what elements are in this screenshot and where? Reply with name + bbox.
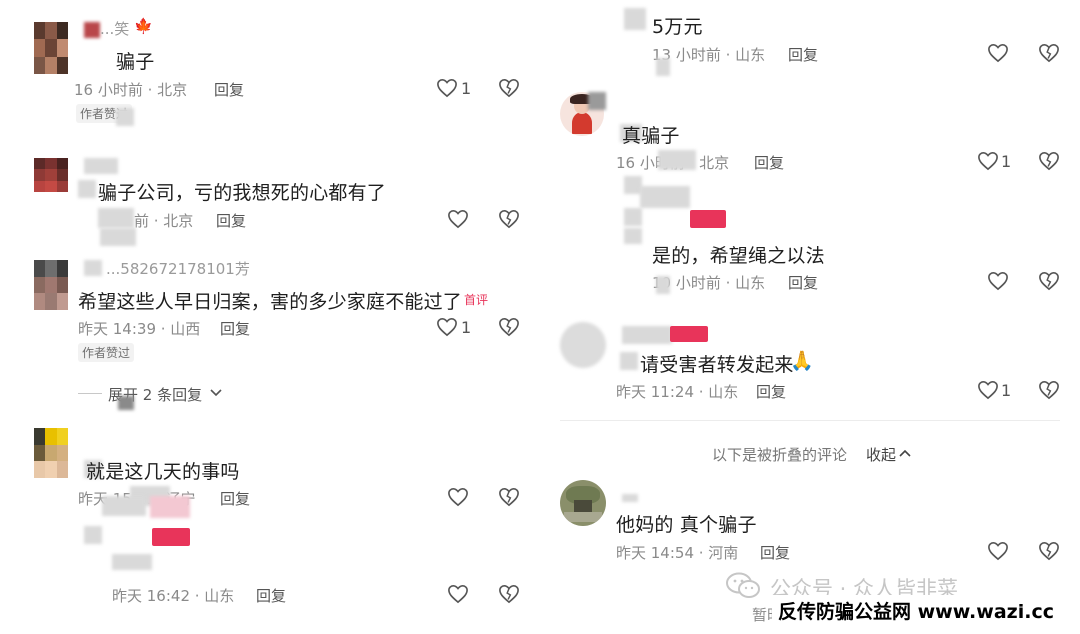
comment-meta: 昨天 14:39 · 山西 (78, 320, 201, 338)
like-count: 1 (1001, 381, 1012, 400)
heart-outline-icon[interactable] (987, 43, 1009, 63)
redacted-username (84, 158, 118, 174)
redacted-block (100, 228, 136, 246)
comment-text: 他妈的 真个骗子 (616, 514, 757, 536)
redacted-block (624, 8, 646, 30)
name-emoji: 🍁 (134, 17, 153, 35)
redacted-block (656, 58, 670, 76)
comment-meta: 16 小时前 · 北京 (74, 81, 188, 99)
redacted-block (118, 396, 134, 410)
heart-outline-icon[interactable] (436, 78, 458, 98)
chevron-down-icon[interactable] (210, 389, 222, 397)
commenter-avatar[interactable] (560, 480, 606, 526)
redacted-block (656, 276, 670, 294)
reply-button[interactable]: 回复 (754, 152, 784, 173)
redacted-block (690, 210, 726, 228)
reply-button[interactable]: 回复 (756, 381, 786, 402)
redacted-block (624, 208, 642, 226)
comment-text: 骗子公司，亏的我想死的心都有了 (98, 182, 387, 204)
commenter-avatar[interactable] (34, 428, 68, 478)
broken-heart-icon[interactable] (1038, 380, 1060, 400)
reply-button[interactable]: 回复 (220, 318, 250, 339)
commenter-name: ...笑 (100, 20, 130, 38)
commenter-avatar[interactable] (560, 322, 606, 368)
comment-meta: 昨天 11:24 · 山东 (616, 383, 739, 401)
comments-screenshot: ...笑 🍁 骗子 16 小时前 · 北京 回复 1 作者赞过 骗子公司，亏的我… (0, 0, 1080, 634)
commenter-avatar[interactable] (34, 22, 68, 74)
redacted-block (152, 528, 190, 546)
redacted-block (620, 352, 638, 370)
broken-heart-icon[interactable] (1038, 151, 1060, 171)
heart-outline-icon[interactable] (436, 317, 458, 337)
like-count: 1 (1001, 152, 1012, 171)
comment-meta: 昨天 14:54 · 河南 (616, 544, 739, 562)
site-watermark: 反传防骗公益网 www.wazi.cc (772, 595, 1060, 626)
redacted-username (102, 496, 146, 516)
redacted-block (116, 108, 134, 126)
expand-replies-divider (78, 393, 102, 394)
reply-button[interactable]: 回复 (220, 488, 250, 509)
heart-outline-icon[interactable] (987, 541, 1009, 561)
broken-heart-icon[interactable] (498, 209, 520, 229)
comment-text: 就是这几天的事吗 (86, 461, 240, 483)
broken-heart-icon[interactable] (1038, 271, 1060, 291)
wechat-logo-icon (726, 572, 762, 600)
reply-button[interactable]: 回复 (788, 44, 818, 65)
redacted-username (588, 92, 606, 110)
redacted-username (84, 260, 102, 276)
heart-outline-icon[interactable] (987, 271, 1009, 291)
broken-heart-icon[interactable] (498, 317, 520, 337)
comment-text: 请受害者转发起来 (640, 354, 794, 376)
redacted-avatar (84, 526, 102, 544)
reply-button[interactable]: 回复 (256, 585, 286, 606)
broken-heart-icon[interactable] (1038, 541, 1060, 561)
broken-heart-icon[interactable] (1038, 43, 1060, 63)
comment-meta: 昨天 16:42 · 山东 (112, 587, 235, 605)
heart-outline-icon[interactable] (977, 151, 999, 171)
redacted-username (640, 186, 690, 208)
redacted-block (98, 208, 134, 228)
collapse-button[interactable]: 收起 (866, 444, 896, 465)
broken-heart-icon[interactable] (498, 487, 520, 507)
broken-heart-icon[interactable] (498, 584, 520, 604)
like-count: 1 (461, 318, 472, 337)
reply-button[interactable]: 回复 (788, 272, 818, 293)
redacted-username (622, 494, 638, 502)
comment-text: 是的，希望绳之以法 (652, 245, 825, 267)
first-comment-tag: 首评 (464, 293, 489, 307)
commenter-name: ...582672178101芳 (106, 260, 250, 278)
comment-text: 5万元 (652, 16, 703, 38)
redacted-block (670, 326, 708, 342)
heart-outline-icon[interactable] (447, 487, 469, 507)
redacted-block (658, 150, 696, 170)
comment-meta: 前 · 北京 (134, 212, 194, 230)
redacted-username (84, 22, 100, 38)
commenter-avatar[interactable] (34, 260, 68, 310)
chevron-up-icon[interactable] (899, 449, 911, 457)
commenter-avatar[interactable] (34, 158, 68, 192)
redacted-block (112, 554, 152, 570)
reply-button[interactable]: 回复 (214, 79, 244, 100)
redacted-block (78, 180, 96, 198)
heart-outline-icon[interactable] (447, 584, 469, 604)
reply-button[interactable]: 回复 (216, 210, 246, 231)
redacted-block (150, 496, 190, 518)
heart-outline-icon[interactable] (447, 209, 469, 229)
like-count: 1 (461, 79, 472, 98)
comment-text: 真骗子 (622, 125, 680, 147)
broken-heart-icon[interactable] (498, 78, 520, 98)
comment-emoji: 🙏 (790, 350, 814, 372)
author-liked-tag: 作者赞过 (78, 343, 135, 362)
redacted-block (624, 228, 642, 244)
section-divider (560, 420, 1060, 421)
folded-comments-label: 以下是被折叠的评论 (712, 446, 848, 464)
redacted-username (622, 326, 672, 344)
reply-button[interactable]: 回复 (760, 542, 790, 563)
comment-text: 骗子 (116, 51, 155, 73)
comment-text: 希望这些人早日归案，害的多少家庭不能过了 (78, 291, 463, 313)
heart-outline-icon[interactable] (977, 380, 999, 400)
